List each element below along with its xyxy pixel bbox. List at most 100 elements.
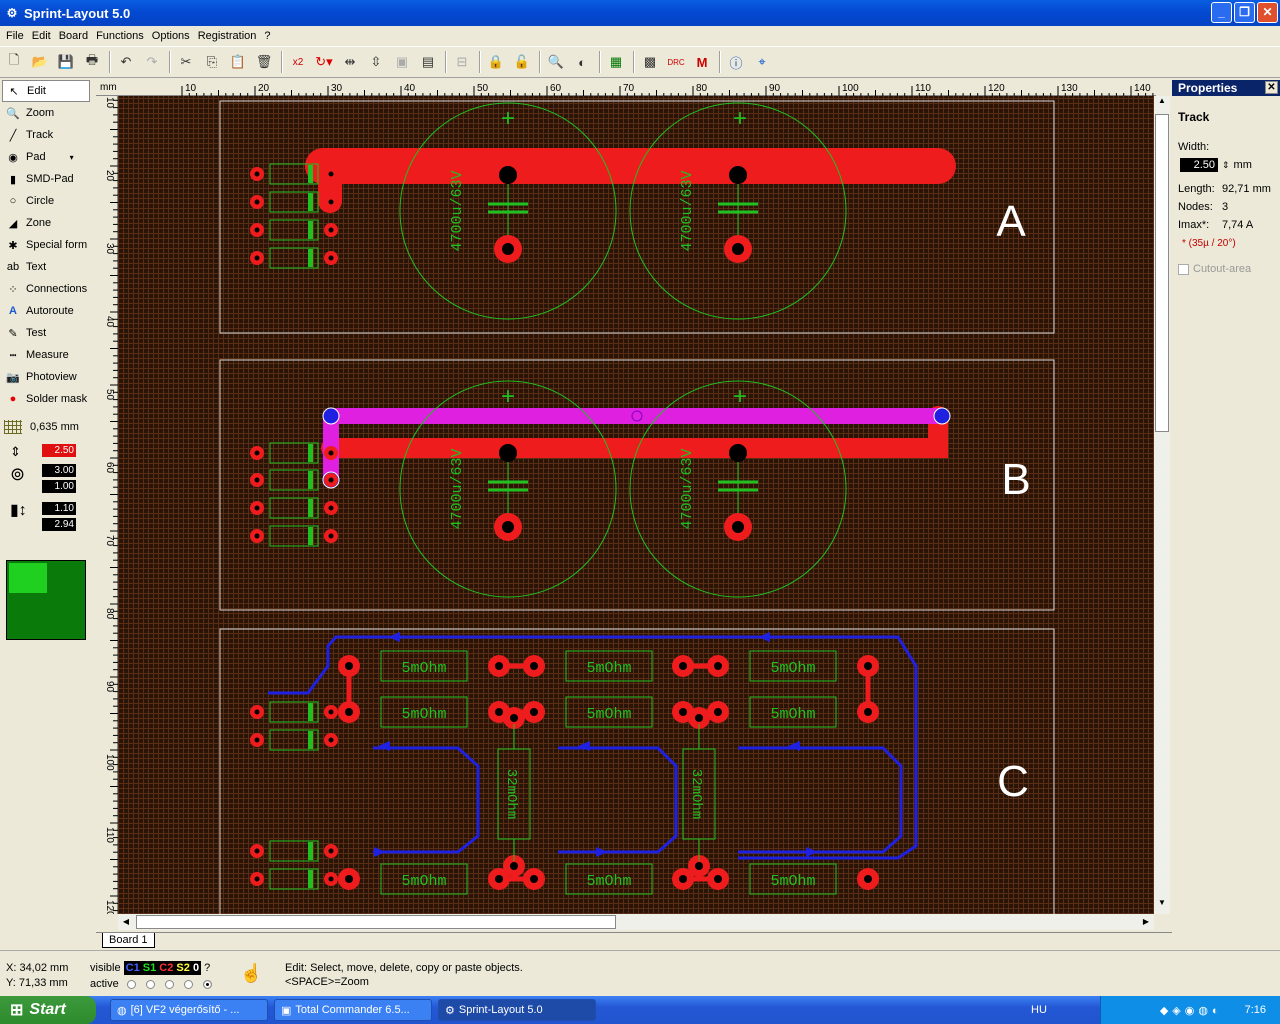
vertical-scrollbar[interactable]: ▲ ▼: [1154, 96, 1170, 914]
spin-icon[interactable]: ⇕: [1222, 160, 1230, 171]
active-radio[interactable]: [145, 979, 155, 989]
smd-height-field[interactable]: 2.94: [42, 518, 76, 531]
rotate-icon[interactable]: ↻▾: [312, 50, 336, 74]
menu-board[interactable]: Board: [55, 30, 92, 42]
snap-icon[interactable]: ⌖: [750, 50, 774, 74]
pad-outer-field[interactable]: 3.00: [42, 464, 76, 477]
mirror-horizontal-icon[interactable]: ⇹: [338, 50, 362, 74]
tool-pad[interactable]: ◉ Pad ▾: [0, 146, 94, 168]
vertical-scroll-thumb[interactable]: [1155, 114, 1169, 432]
save-icon[interactable]: 💾: [54, 50, 78, 74]
cut-icon[interactable]: ✂: [174, 50, 198, 74]
ruler-left-scale: 10 20 30 40 50 60 70 80 90 100 110 120: [104, 97, 118, 914]
track-width-field[interactable]: 2.50: [42, 444, 76, 457]
language-indicator[interactable]: HU: [1031, 1004, 1047, 1016]
start-button[interactable]: ⊞ Start: [0, 996, 96, 1024]
tool-solder-mask[interactable]: ● Solder mask: [0, 388, 94, 410]
tool-photoview[interactable]: 📷 Photoview: [0, 366, 94, 388]
cutout-checkbox[interactable]: [1178, 263, 1189, 275]
lock-icon[interactable]: 🔒: [484, 50, 508, 74]
active-radio[interactable]: [183, 979, 193, 989]
active-radio[interactable]: [126, 979, 136, 989]
component-icon[interactable]: ▦: [604, 50, 628, 74]
tray-icons[interactable]: ◆◈◉◍◐: [1160, 1004, 1223, 1017]
open-icon[interactable]: 📂: [28, 50, 52, 74]
menu-options[interactable]: Options: [148, 30, 194, 42]
menu-help[interactable]: ?: [260, 30, 274, 42]
layers-visible[interactable]: C1 S1 C2 S2 0: [123, 961, 202, 975]
undo-icon[interactable]: ↶: [114, 50, 138, 74]
transparent-icon[interactable]: ◐: [570, 50, 594, 74]
tool-track[interactable]: ╱ Track: [0, 124, 94, 146]
layer-c1[interactable]: C1: [126, 962, 140, 974]
tab-board-1[interactable]: Board 1: [102, 933, 155, 948]
horizontal-scroll-thumb[interactable]: [136, 915, 616, 929]
menu-edit[interactable]: Edit: [28, 30, 55, 42]
tool-edit[interactable]: ↖ Edit: [2, 80, 90, 102]
active-radio[interactable]: [164, 979, 174, 989]
active-radio[interactable]: [202, 979, 212, 989]
delete-icon[interactable]: 🗑: [252, 50, 276, 74]
maximize-button[interactable]: ❐: [1234, 2, 1255, 23]
copy-icon[interactable]: ⎘: [200, 50, 224, 74]
resistor-label: 5mOhm: [586, 873, 631, 890]
layer-help[interactable]: ?: [204, 962, 210, 974]
autoroute-icon: A: [9, 305, 17, 317]
scroll-up-icon[interactable]: ▲: [1154, 96, 1170, 112]
chevron-down-icon[interactable]: ▾: [70, 153, 74, 162]
print-icon[interactable]: 🖶: [80, 50, 104, 74]
pad-inner-field[interactable]: 1.00: [42, 480, 76, 493]
paste-icon[interactable]: 📋: [226, 50, 250, 74]
tool-autoroute[interactable]: A Autoroute: [0, 300, 94, 322]
drc-icon[interactable]: DRC: [664, 50, 688, 74]
tool-zone[interactable]: ◢ Zone: [0, 212, 94, 234]
new-icon[interactable]: 🗋: [2, 50, 26, 74]
section-a: + + 4700u/63V 4700u/63V A: [305, 102, 1026, 320]
horizontal-scrollbar[interactable]: ◀ ▶: [118, 914, 1154, 930]
width-field[interactable]: 2.50: [1180, 158, 1218, 172]
menu-functions[interactable]: Functions: [92, 30, 148, 42]
group-icon[interactable]: ▣: [390, 50, 414, 74]
menu-file[interactable]: File: [2, 30, 28, 42]
redo-icon[interactable]: ↷: [140, 50, 164, 74]
taskbar-item-total-commander[interactable]: ▣ Total Commander 6.5...: [274, 999, 432, 1021]
align-icon[interactable]: ⊟: [450, 50, 474, 74]
scroll-down-icon[interactable]: ▼: [1154, 898, 1170, 914]
tool-text[interactable]: ab Text: [0, 256, 94, 278]
layer-color-preview[interactable]: [6, 560, 86, 640]
minimize-button[interactable]: _: [1211, 2, 1232, 23]
width-label: Width:: [1178, 141, 1210, 153]
scroll-left-icon[interactable]: ◀: [118, 914, 134, 930]
pcb-drawing[interactable]: + + 4700u/63V 4700u/63V A + + 4700u/63V …: [118, 96, 1154, 914]
layer-o[interactable]: 0: [193, 962, 199, 974]
taskbar-item-sprint-layout[interactable]: ⚙ Sprint-Layout 5.0: [438, 999, 596, 1021]
tool-circle[interactable]: ○ Circle: [0, 190, 94, 212]
duplicate-icon[interactable]: x2: [286, 50, 310, 74]
tool-measure[interactable]: ┅ Measure: [0, 344, 94, 366]
scan-icon[interactable]: ▩: [638, 50, 662, 74]
taskbar-item-firefox[interactable]: ◍ [6] VF2 végerősítő - ...: [110, 999, 268, 1021]
tool-smd-pad[interactable]: ▮ SMD-Pad: [0, 168, 94, 190]
tool-zoom[interactable]: 🔍 Zoom: [0, 102, 94, 124]
macro-icon[interactable]: M: [690, 50, 714, 74]
tool-special-form[interactable]: ✱ Special form: [0, 234, 94, 256]
layer-s1[interactable]: S1: [143, 962, 156, 974]
mirror-vertical-icon[interactable]: ⇳: [364, 50, 388, 74]
zone-icon: ◢: [8, 217, 18, 230]
zoom-icon[interactable]: 🔍: [544, 50, 568, 74]
info-icon[interactable]: ⓘ: [724, 50, 748, 74]
tool-connections[interactable]: ⁘ Connections: [0, 278, 94, 300]
pcb-canvas[interactable]: + + 4700u/63V 4700u/63V A + + 4700u/63V …: [118, 96, 1154, 914]
close-icon[interactable]: ✕: [1265, 81, 1278, 94]
close-button[interactable]: ✕: [1257, 2, 1278, 23]
scroll-right-icon[interactable]: ▶: [1138, 914, 1154, 930]
tool-test[interactable]: ✎ Test: [0, 322, 94, 344]
menu-registration[interactable]: Registration: [194, 30, 261, 42]
system-tray: HU ◆◈◉◍◐ 7:16: [1031, 996, 1280, 1024]
grid-selector[interactable]: 0,635 mm: [0, 416, 94, 438]
layer-c2[interactable]: C2: [159, 962, 173, 974]
ungroup-icon[interactable]: ▤: [416, 50, 440, 74]
smd-width-field[interactable]: 1.10: [42, 502, 76, 515]
layer-s2[interactable]: S2: [176, 962, 189, 974]
unlock-icon[interactable]: 🔓: [510, 50, 534, 74]
